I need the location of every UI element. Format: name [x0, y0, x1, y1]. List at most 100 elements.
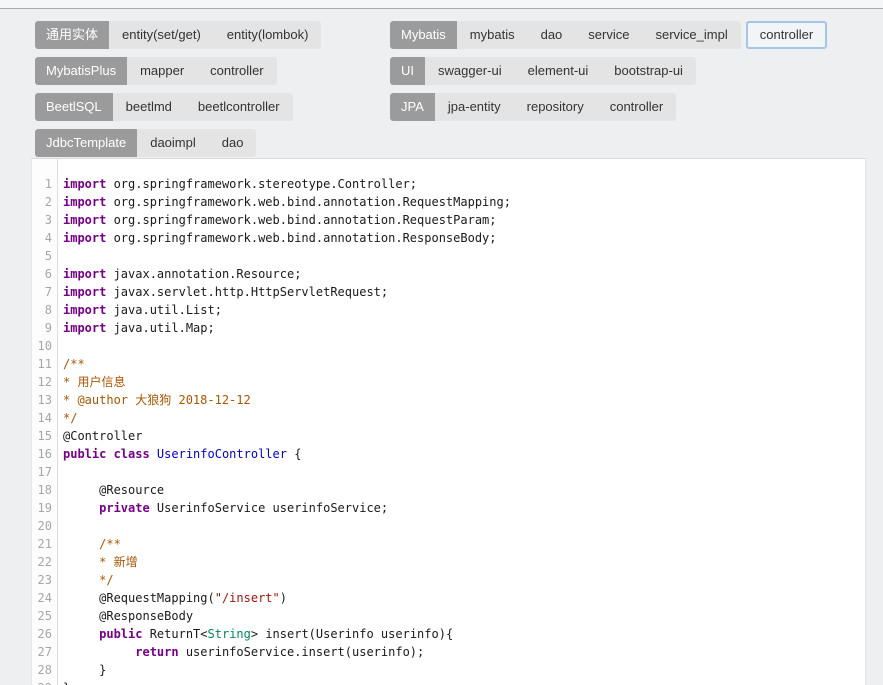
- code-token: java.util.List;: [106, 303, 222, 317]
- code-line: import org.springframework.web.bind.anno…: [63, 229, 865, 247]
- code-token: ): [280, 591, 287, 605]
- template-button[interactable]: swagger-ui: [425, 57, 515, 85]
- code-token: import: [63, 321, 106, 335]
- code-token: UserinfoService userinfoService;: [150, 501, 388, 515]
- template-button[interactable]: mapper: [127, 57, 197, 85]
- code-token: > insert(Userinfo userinfo){: [251, 627, 453, 641]
- code-token: org.springframework.web.bind.annotation.…: [106, 213, 496, 227]
- code-token: org.springframework.web.bind.annotation.…: [106, 231, 496, 245]
- template-button[interactable]: dao: [528, 21, 576, 49]
- code-token: @Controller: [63, 429, 142, 443]
- line-number: 15: [32, 427, 57, 445]
- line-number: 27: [32, 643, 57, 661]
- line-number: 8: [32, 301, 57, 319]
- line-number-gutter: 1234567891011121314151617181920212223242…: [32, 159, 58, 685]
- template-button[interactable]: repository: [514, 93, 597, 121]
- code-token: javax.servlet.http.HttpServletRequest;: [106, 285, 388, 299]
- template-button[interactable]: dao: [209, 129, 257, 157]
- template-button[interactable]: mybatis: [457, 21, 528, 49]
- code-token: import: [63, 231, 106, 245]
- template-button[interactable]: daoimpl: [137, 129, 209, 157]
- line-number: 24: [32, 589, 57, 607]
- code-line: @ResponseBody: [63, 607, 865, 625]
- code-token: userinfoService.insert(userinfo);: [179, 645, 425, 659]
- code-line: @RequestMapping("/insert"): [63, 589, 865, 607]
- template-toolbar: 通用实体entity(set/get)entity(lombok) Mybatis…: [0, 9, 883, 157]
- group-label: UI: [390, 57, 425, 85]
- code-token: * @author 大狼狗 2018-12-12: [63, 393, 251, 407]
- template-button[interactable]: entity(lombok): [214, 21, 322, 49]
- code-token: @ResponseBody: [63, 609, 193, 623]
- group-label: Mybatis: [390, 21, 457, 49]
- line-number: 14: [32, 409, 57, 427]
- code-line: */: [63, 571, 865, 589]
- code-line: * 新增: [63, 553, 865, 571]
- template-button[interactable]: jpa-entity: [435, 93, 514, 121]
- toolbar-left-column: 通用实体entity(set/get)entity(lombok) Mybatis…: [35, 21, 321, 157]
- line-number: 23: [32, 571, 57, 589]
- template-button[interactable]: element-ui: [515, 57, 602, 85]
- template-button[interactable]: controller: [197, 57, 276, 85]
- code-token: [63, 627, 99, 641]
- template-button[interactable]: entity(set/get): [109, 21, 214, 49]
- code-token: @RequestMapping(: [63, 591, 215, 605]
- template-button[interactable]: service: [575, 21, 642, 49]
- code-line: import org.springframework.stereotype.Co…: [63, 175, 865, 193]
- code-line: [63, 517, 865, 535]
- template-button-active[interactable]: controller: [746, 21, 827, 49]
- line-number: 9: [32, 319, 57, 337]
- code-token: /**: [63, 537, 121, 551]
- line-number: 13: [32, 391, 57, 409]
- template-button[interactable]: beetlmd: [113, 93, 185, 121]
- template-group-MybatisPlus: MybatisPlusmappercontroller: [35, 57, 277, 85]
- code-token: return: [135, 645, 178, 659]
- group-label: JPA: [390, 93, 435, 121]
- code-token: String: [208, 627, 251, 641]
- line-number: 1: [32, 175, 57, 193]
- code-token: [63, 501, 99, 515]
- line-number: 21: [32, 535, 57, 553]
- code-line: [63, 337, 865, 355]
- line-number: 22: [32, 553, 57, 571]
- code-line: [63, 247, 865, 265]
- line-number: 28: [32, 661, 57, 679]
- code-line: }: [63, 679, 865, 685]
- right-row-1: UIswagger-uielement-uibootstrap-ui: [390, 57, 827, 85]
- code-token: private: [99, 501, 150, 515]
- code-token: org.springframework.stereotype.Controlle…: [106, 177, 417, 191]
- right-row-2: JPAjpa-entityrepositorycontroller: [390, 93, 827, 121]
- code-token: * 用户信息: [63, 375, 125, 389]
- code-line: import javax.annotation.Resource;: [63, 265, 865, 283]
- group-label: MybatisPlus: [35, 57, 127, 85]
- left-row-3: JdbcTemplatedaoimpldao: [35, 129, 321, 157]
- code-line: /**: [63, 535, 865, 553]
- line-number: 19: [32, 499, 57, 517]
- line-number: 25: [32, 607, 57, 625]
- line-number: 26: [32, 625, 57, 643]
- code-token: */: [63, 573, 114, 587]
- code-token: public: [99, 627, 142, 641]
- line-number: 5: [32, 247, 57, 265]
- line-number: 10: [32, 337, 57, 355]
- code-token: }: [63, 663, 106, 677]
- code-token: ReturnT<: [142, 627, 207, 641]
- code-line: /**: [63, 355, 865, 373]
- line-number: 11: [32, 355, 57, 373]
- code-line: }: [63, 661, 865, 679]
- template-button[interactable]: bootstrap-ui: [601, 57, 696, 85]
- code-token: import: [63, 177, 106, 191]
- code-token: javax.annotation.Resource;: [106, 267, 301, 281]
- template-button[interactable]: controller: [597, 93, 676, 121]
- code-line: return userinfoService.insert(userinfo);: [63, 643, 865, 661]
- line-number: 7: [32, 283, 57, 301]
- group-label: 通用实体: [35, 21, 109, 49]
- left-row-1: MybatisPlusmappercontroller: [35, 57, 321, 85]
- code-lines: import org.springframework.stereotype.Co…: [58, 159, 865, 685]
- line-number: 18: [32, 481, 57, 499]
- template-button[interactable]: service_impl: [642, 21, 740, 49]
- code-token: UserinfoController: [157, 447, 287, 461]
- code-line: public ReturnT<String> insert(Userinfo u…: [63, 625, 865, 643]
- code-line: [63, 463, 865, 481]
- code-editor-panel: 1234567891011121314151617181920212223242…: [31, 158, 866, 685]
- template-button[interactable]: beetlcontroller: [185, 93, 293, 121]
